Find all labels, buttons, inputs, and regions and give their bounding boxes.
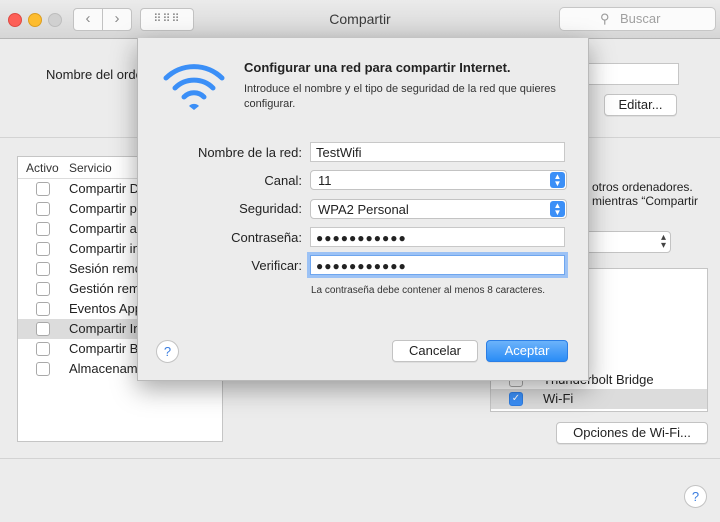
password-hint: La contraseña debe contener al menos 8 c… (311, 285, 546, 296)
computer-name-field[interactable] (585, 63, 679, 85)
share-connection-from-select[interactable]: ▴ ▾ (585, 231, 671, 253)
verify-label: Verificar: (251, 258, 302, 273)
computer-name-label: Nombre del orde (46, 67, 143, 82)
service-name: Compartir B (69, 341, 139, 356)
service-name: Sesión remo (69, 261, 142, 276)
channel-value: 11 (318, 173, 332, 188)
service-checkbox[interactable] (36, 302, 50, 316)
service-checkbox[interactable] (36, 182, 50, 196)
service-checkbox[interactable] (36, 342, 50, 356)
security-select[interactable]: WPA2 Personal ▲ ▼ (310, 199, 567, 219)
network-name-input[interactable]: TestWifi (310, 142, 565, 162)
service-name: Gestión rem (69, 281, 140, 296)
port-name: Wi-Fi (543, 391, 574, 406)
cancel-button[interactable]: Cancelar (392, 340, 478, 362)
help-button[interactable]: ? (156, 340, 179, 363)
network-name-label: Nombre de la red: (197, 145, 302, 160)
service-name: Compartir ar (69, 221, 142, 236)
service-column-header: Servicio (69, 161, 112, 175)
service-name: Compartir in (69, 241, 140, 256)
edit-button[interactable]: Editar... (604, 94, 677, 116)
wifi-options-button[interactable]: Opciones de Wi-Fi... (556, 422, 708, 444)
wifi-config-sheet: Configurar una red para compartir Intern… (137, 38, 589, 381)
service-checkbox[interactable] (36, 202, 50, 216)
search-field[interactable]: ⚲ Buscar (559, 7, 716, 31)
search-icon: ⚲ (600, 11, 610, 26)
help-button[interactable]: ? (684, 485, 707, 508)
wifi-icon (163, 64, 225, 110)
password-input[interactable]: ●●●●●●●●●●● (310, 227, 565, 247)
service-name: Compartir p (69, 201, 137, 216)
service-checkbox[interactable] (36, 322, 50, 336)
security-label: Seguridad: (239, 201, 302, 216)
service-checkbox[interactable] (36, 362, 50, 376)
active-column-header: Activo (26, 161, 59, 175)
service-name: Eventos App (69, 301, 142, 316)
chevron-updown-icon: ▲ ▼ (550, 201, 565, 217)
service-checkbox[interactable] (36, 222, 50, 236)
service-checkbox[interactable] (36, 242, 50, 256)
port-checkbox[interactable]: ✓ (509, 392, 523, 406)
sheet-description: Introduce el nombre y el tipo de segurid… (244, 83, 556, 110)
service-checkbox[interactable] (36, 262, 50, 276)
verify-password-input[interactable]: ●●●●●●●●●●● (310, 255, 565, 275)
service-name: Compartir In (69, 321, 141, 336)
channel-label: Canal: (264, 173, 302, 188)
sheet-title: Configurar una red para compartir Intern… (244, 60, 511, 75)
service-name: Almacenami (69, 361, 141, 376)
service-checkbox[interactable] (36, 282, 50, 296)
sharing-description-line1: otros ordenadores. (592, 180, 693, 194)
divider (0, 458, 720, 459)
accept-button[interactable]: Aceptar (486, 340, 568, 362)
port-row[interactable]: ✓ Wi-Fi (491, 389, 707, 409)
service-name: Compartir D (69, 181, 140, 196)
security-value: WPA2 Personal (318, 202, 409, 217)
channel-select[interactable]: 11 ▲ ▼ (310, 170, 567, 190)
password-label: Contraseña: (231, 230, 302, 245)
sharing-description-line2: mientras “Compartir (592, 194, 699, 208)
chevron-updown-icon: ▴ ▾ (660, 232, 666, 251)
chevron-updown-icon: ▲ ▼ (550, 172, 565, 188)
search-placeholder: Buscar (620, 11, 661, 26)
